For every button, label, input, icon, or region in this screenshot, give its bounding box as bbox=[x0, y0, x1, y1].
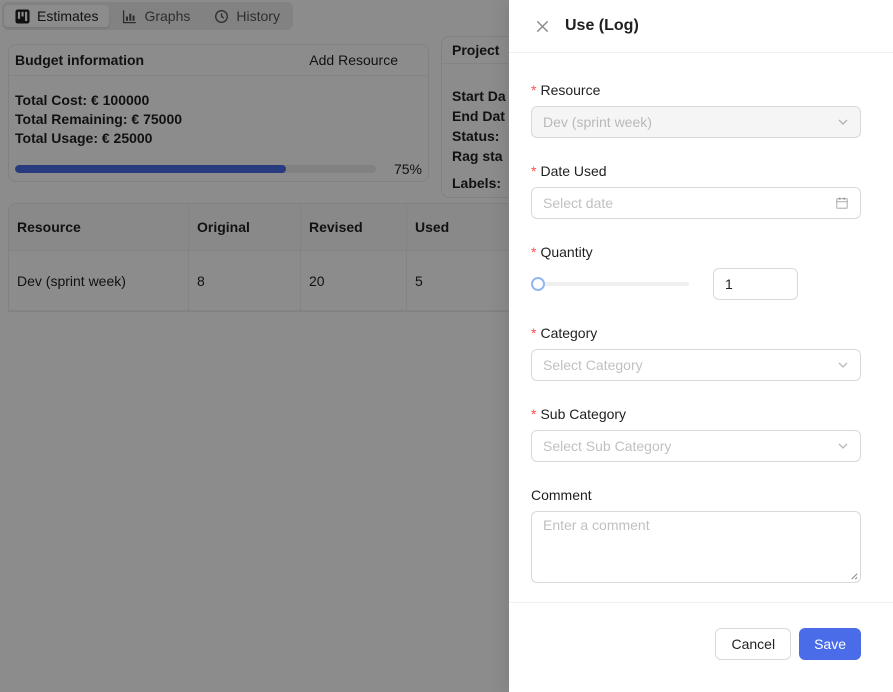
comment-field-label: Comment bbox=[531, 487, 592, 503]
date-used-form-item: * Date Used Select date bbox=[531, 160, 861, 219]
resource-field-label: Resource bbox=[540, 82, 600, 98]
drawer-mask[interactable] bbox=[0, 0, 509, 692]
chevron-down-icon bbox=[837, 359, 849, 371]
category-form-item: * Category Select Category bbox=[531, 322, 861, 381]
resource-select[interactable]: Dev (sprint week) bbox=[531, 106, 861, 138]
quantity-field-label: Quantity bbox=[540, 244, 592, 260]
slider-rail bbox=[533, 282, 689, 286]
drawer-footer: Cancel Save bbox=[509, 602, 893, 692]
required-mark: * bbox=[531, 164, 536, 178]
sub-category-field-label: Sub Category bbox=[540, 406, 626, 422]
resize-handle-icon[interactable] bbox=[849, 571, 858, 580]
chevron-down-icon bbox=[837, 116, 849, 128]
date-used-placeholder: Select date bbox=[543, 195, 613, 211]
required-mark: * bbox=[531, 83, 536, 97]
sub-category-form-item: * Sub Category Select Sub Category bbox=[531, 403, 861, 462]
date-used-field-label: Date Used bbox=[540, 163, 606, 179]
drawer-form: * Resource Dev (sprint week) * Date Used… bbox=[509, 53, 893, 583]
app-window: Estimates Graphs History Budget informat… bbox=[0, 0, 893, 692]
drawer-title: Use (Log) bbox=[565, 14, 639, 38]
resource-form-item: * Resource Dev (sprint week) bbox=[531, 79, 861, 138]
resource-select-value: Dev (sprint week) bbox=[543, 114, 652, 130]
date-used-picker[interactable]: Select date bbox=[531, 187, 861, 219]
sub-category-placeholder: Select Sub Category bbox=[543, 438, 671, 454]
category-placeholder: Select Category bbox=[543, 357, 643, 373]
required-mark: * bbox=[531, 407, 536, 421]
required-mark: * bbox=[531, 326, 536, 340]
quantity-form-item: * Quantity bbox=[531, 241, 861, 300]
close-icon[interactable] bbox=[533, 17, 551, 35]
category-field-label: Category bbox=[540, 325, 597, 341]
drawer-header: Use (Log) bbox=[509, 0, 893, 53]
slider-handle[interactable] bbox=[531, 277, 545, 291]
save-button[interactable]: Save bbox=[799, 628, 861, 660]
quantity-input[interactable] bbox=[713, 268, 798, 300]
comment-form-item: Comment bbox=[531, 484, 861, 583]
use-log-drawer: Use (Log) * Resource Dev (sprint week) * bbox=[509, 0, 893, 692]
required-mark: * bbox=[531, 245, 536, 259]
calendar-icon bbox=[835, 196, 849, 210]
category-select[interactable]: Select Category bbox=[531, 349, 861, 381]
quantity-slider[interactable] bbox=[531, 268, 691, 300]
comment-textarea[interactable] bbox=[531, 511, 861, 583]
cancel-button[interactable]: Cancel bbox=[715, 628, 791, 660]
sub-category-select[interactable]: Select Sub Category bbox=[531, 430, 861, 462]
chevron-down-icon bbox=[837, 440, 849, 452]
